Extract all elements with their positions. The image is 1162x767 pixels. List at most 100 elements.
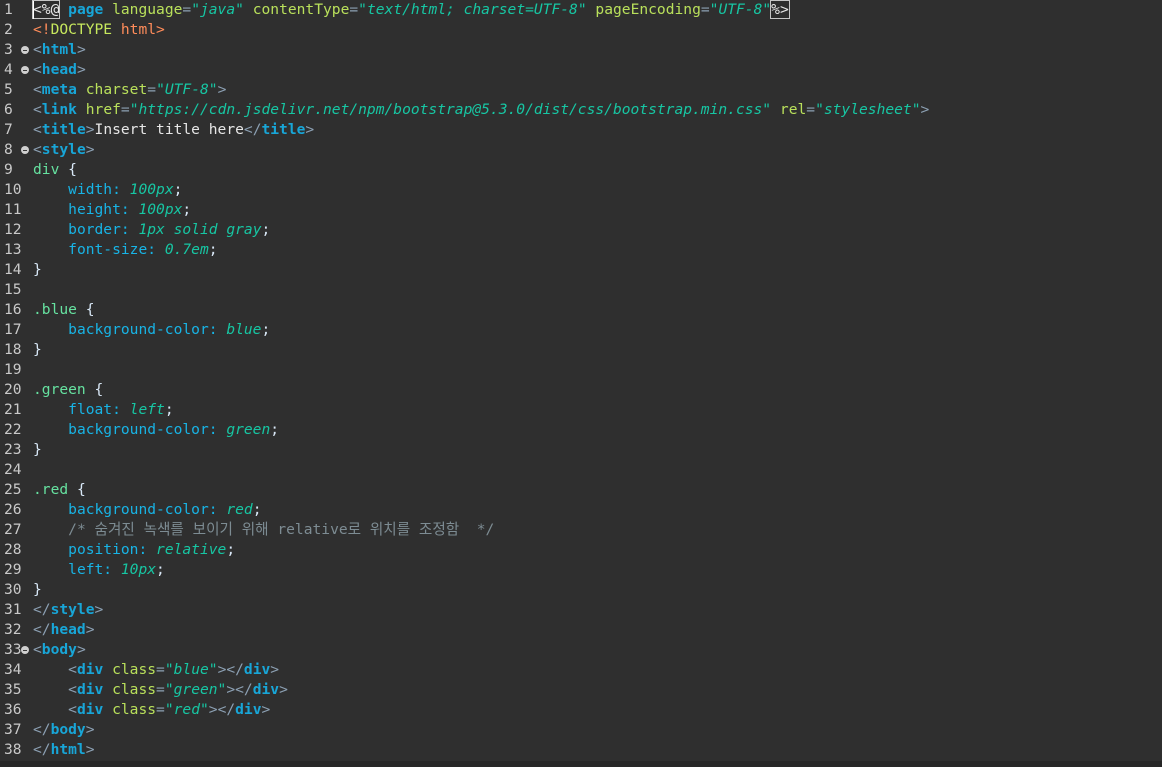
- code-text[interactable]: font-size: 0.7em;: [33, 240, 217, 260]
- code-line[interactable]: 14}: [0, 260, 1162, 280]
- code-line[interactable]: 19: [0, 360, 1162, 380]
- fold-toggle-icon[interactable]: [21, 646, 29, 654]
- code-text[interactable]: position: relative;: [33, 540, 235, 560]
- code-line[interactable]: 30}: [0, 580, 1162, 600]
- code-text[interactable]: background-color: red;: [33, 500, 261, 520]
- line-number: 1: [4, 1, 13, 18]
- code-line[interactable]: 36 <div class="red"></div>: [0, 700, 1162, 720]
- code-text[interactable]: <head>: [33, 60, 86, 80]
- fold-toggle-icon[interactable]: [21, 46, 29, 54]
- code-line[interactable]: 7 <title>Insert title here</title>: [0, 120, 1162, 140]
- code-line[interactable]: 16 .blue {: [0, 300, 1162, 320]
- code-text[interactable]: }: [33, 260, 42, 280]
- code-token: head: [50, 621, 86, 638]
- code-line[interactable]: 20 .green {: [0, 380, 1162, 400]
- code-line[interactable]: 31 </style>: [0, 600, 1162, 620]
- code-text[interactable]: <div class="blue"></div>: [33, 660, 279, 680]
- fold-toggle-icon[interactable]: [21, 146, 29, 154]
- code-line[interactable]: 15: [0, 280, 1162, 300]
- code-text[interactable]: width: 100px;: [33, 180, 182, 200]
- code-token: div: [76, 681, 104, 698]
- code-text[interactable]: height: 100px;: [33, 200, 191, 220]
- code-line[interactable]: 33 <body>: [0, 640, 1162, 660]
- code-text[interactable]: float: left;: [33, 400, 173, 420]
- code-line[interactable]: 13 font-size: 0.7em;: [0, 240, 1162, 260]
- code-token: "blue": [164, 661, 218, 678]
- code-text[interactable]: <div class="green"></div>: [33, 680, 288, 700]
- code-text[interactable]: <style>: [33, 140, 95, 160]
- line-number: 36: [4, 701, 22, 718]
- code-text[interactable]: </body>: [33, 720, 95, 740]
- code-text[interactable]: }: [33, 440, 42, 460]
- code-line[interactable]: 2 <!DOCTYPE html>: [0, 20, 1162, 40]
- code-token: </: [33, 601, 51, 618]
- code-line[interactable]: 11 height: 100px;: [0, 200, 1162, 220]
- code-line[interactable]: 18}: [0, 340, 1162, 360]
- code-text[interactable]: div {: [33, 160, 77, 180]
- code-line[interactable]: 27 /* 숨겨진 녹색를 보이기 위해 relative로 위치를 조정함 *…: [0, 520, 1162, 540]
- code-editor[interactable]: 1 <%@ page language="java" contentType="t…: [0, 0, 1162, 767]
- code-text[interactable]: <!DOCTYPE html>: [33, 20, 165, 40]
- code-text[interactable]: /* 숨겨진 녹색를 보이기 위해 relative로 위치를 조정함 */: [33, 520, 494, 540]
- line-number: 9: [4, 161, 13, 178]
- code-line[interactable]: 29 left: 10px;: [0, 560, 1162, 580]
- code-text[interactable]: <html>: [33, 40, 86, 60]
- code-line[interactable]: 6 <link href="https://cdn.jsdelivr.net/np…: [0, 100, 1162, 120]
- code-line[interactable]: 8 <style>: [0, 140, 1162, 160]
- code-text[interactable]: .green {: [33, 380, 103, 400]
- code-token: >: [76, 61, 86, 78]
- code-text[interactable]: background-color: blue;: [33, 320, 270, 340]
- code-token: <: [33, 41, 42, 58]
- code-line[interactable]: 5 <meta charset="UTF-8">: [0, 80, 1162, 100]
- code-line[interactable]: 24: [0, 460, 1162, 480]
- code-token: Insert title here: [94, 121, 244, 138]
- code-text[interactable]: left: 10px;: [33, 560, 165, 580]
- code-line[interactable]: 1 <%@ page language="java" contentType="t…: [0, 0, 1162, 20]
- code-line[interactable]: 4 <head>: [0, 60, 1162, 80]
- code-token: }: [33, 261, 42, 278]
- code-line[interactable]: 21 float: left;: [0, 400, 1162, 420]
- editor-horizontal-scroll-area[interactable]: [0, 761, 1162, 767]
- fold-toggle-icon[interactable]: [21, 66, 29, 74]
- code-line[interactable]: 28 position: relative;: [0, 540, 1162, 560]
- code-text[interactable]: <div class="red"></div>: [33, 700, 270, 720]
- code-line[interactable]: 10 width: 100px;: [0, 180, 1162, 200]
- code-text[interactable]: .red {: [33, 480, 86, 500]
- code-line[interactable]: 22 background-color: green;: [0, 420, 1162, 440]
- code-line[interactable]: 38 </html>: [0, 740, 1162, 760]
- code-text[interactable]: border: 1px solid gray;: [33, 220, 270, 240]
- code-text[interactable]: background-color: green;: [33, 420, 279, 440]
- code-line[interactable]: 12 border: 1px solid gray;: [0, 220, 1162, 240]
- code-text[interactable]: <title>Insert title here</title>: [33, 120, 314, 140]
- code-text[interactable]: <meta charset="UTF-8">: [33, 80, 226, 100]
- line-number: 15: [4, 281, 22, 298]
- code-token: "UTF-8": [156, 81, 218, 98]
- code-text[interactable]: </style>: [33, 600, 103, 620]
- code-text[interactable]: </html>: [33, 740, 95, 760]
- code-token: 10px: [120, 561, 157, 578]
- code-text[interactable]: }: [33, 580, 42, 600]
- code-token: =: [806, 101, 816, 118]
- code-line[interactable]: 3 <html>: [0, 40, 1162, 60]
- code-text[interactable]: <%@ page language="java" contentType="te…: [31, 0, 790, 20]
- code-token: {: [59, 161, 77, 178]
- code-token: div: [243, 661, 271, 678]
- code-line[interactable]: 34 <div class="blue"></div>: [0, 660, 1162, 680]
- code-line[interactable]: 17 background-color: blue;: [0, 320, 1162, 340]
- code-line[interactable]: 35 <div class="green"></div>: [0, 680, 1162, 700]
- code-text[interactable]: <body>: [33, 640, 86, 660]
- code-line[interactable]: 23}: [0, 440, 1162, 460]
- code-line[interactable]: 25 .red {: [0, 480, 1162, 500]
- code-token: >: [920, 101, 930, 118]
- code-line[interactable]: 26 background-color: red;: [0, 500, 1162, 520]
- code-text[interactable]: .blue {: [33, 300, 95, 320]
- code-line[interactable]: 37 </body>: [0, 720, 1162, 740]
- code-text[interactable]: <link href="https://cdn.jsdelivr.net/npm…: [33, 100, 929, 120]
- code-line[interactable]: 9 div {: [0, 160, 1162, 180]
- code-text[interactable]: </head>: [33, 620, 95, 640]
- code-text[interactable]: }: [33, 340, 42, 360]
- code-token: div: [33, 161, 60, 178]
- code-line[interactable]: 32 </head>: [0, 620, 1162, 640]
